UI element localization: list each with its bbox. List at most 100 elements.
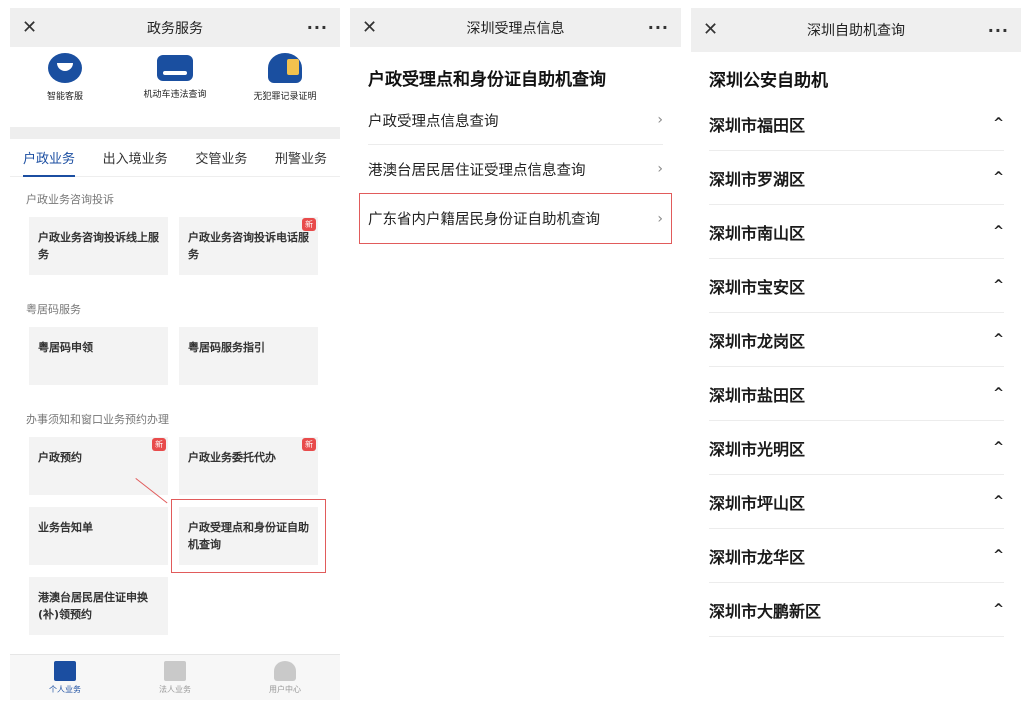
service-card-highlighted[interactable]: 户政受理点和身份证自助机查询 [171,499,326,573]
card-label: 港澳台居民居住证申换(补)领预约 [38,591,148,621]
district-row[interactable]: 深圳市龙岗区 ^ [709,313,1004,367]
district-label: 深圳市罗湖区 [709,169,806,189]
list-item-label: 户政受理点信息查询 [368,113,499,130]
more-icon[interactable]: ··· [648,18,669,37]
more-icon[interactable]: ··· [307,18,328,37]
nav-user-center[interactable]: 用户中心 [240,660,330,695]
chevron-up-icon[interactable]: ^ [993,332,1004,347]
chevron-right-icon: › [657,112,663,128]
quick-item-no-crime-cert[interactable]: 无犯罪记录证明 [235,53,335,121]
page-title: 深圳自助机查询 [807,23,905,39]
card-label: 户政业务咨询投诉线上服务 [38,231,159,261]
nav-corporate[interactable]: 法人业务 [130,660,220,695]
district-label: 深圳市福田区 [709,115,806,135]
certificate-icon [268,53,302,83]
district-row[interactable]: 深圳市罗湖区 ^ [709,151,1004,205]
district-label: 深圳市坪山区 [709,493,806,513]
card-grid: 粤居码申领 粤居码服务指引 [10,327,340,385]
district-row[interactable]: 深圳市南山区 ^ [709,205,1004,259]
robot-icon [48,53,82,83]
card-label: 户政受理点和身份证自助机查询 [188,521,309,551]
chevron-up-icon[interactable]: ^ [993,494,1004,509]
tab-traffic[interactable]: 交管业务 [195,139,247,176]
page-title: 政务服务 [147,20,203,37]
district-row[interactable]: 深圳市坪山区 ^ [709,475,1004,529]
chevron-up-icon[interactable]: ^ [993,224,1004,239]
district-label: 深圳市盐田区 [709,385,806,405]
tab-criminal[interactable]: 刑警业务 [275,139,327,176]
section-label: 办事须知和窗口业务预约办理 [26,413,169,426]
query-list: 户政受理点信息查询 › 港澳台居民居住证受理点信息查询 › 广东省内户籍居民身份… [350,96,681,244]
service-card[interactable]: 户政业务咨询投诉线上服务 [29,217,168,275]
close-icon[interactable]: ✕ [362,18,382,37]
card-label: 户政预约 [38,451,82,464]
service-card[interactable]: 粤居码服务指引 [179,327,318,385]
chevron-right-icon: › [657,210,663,227]
tab-exit-entry[interactable]: 出入境业务 [103,139,168,176]
chevron-up-icon[interactable]: ^ [993,278,1004,293]
top-bar: ✕ 深圳受理点信息 ··· [350,8,681,47]
list-item[interactable]: 户政受理点信息查询 › [368,96,663,145]
nav-label: 法人业务 [159,684,191,694]
nav-label: 个人业务 [49,684,81,694]
chevron-up-icon[interactable]: ^ [993,116,1004,131]
list-item[interactable]: 港澳台居民居住证受理点信息查询 › [368,145,663,194]
acceptance-points-screen: ✕ 深圳受理点信息 ··· 户政受理点和身份证自助机查询 户政受理点信息查询 ›… [350,8,681,700]
district-label: 深圳市大鹏新区 [709,601,822,621]
card-label: 粤居码服务指引 [188,341,265,354]
service-card[interactable]: 业务告知单 [29,507,168,565]
person-card-icon [54,660,76,681]
divider [10,127,340,139]
list-item-label: 港澳台居民居住证受理点信息查询 [368,162,586,179]
district-row[interactable]: 深圳市福田区 ^ [709,97,1004,151]
new-badge: 新 [152,438,166,451]
nav-personal[interactable]: 个人业务 [20,660,110,695]
card-label: 业务告知单 [38,521,93,534]
nav-label: 用户中心 [269,684,301,694]
district-label: 深圳市龙华区 [709,547,806,567]
quick-item-label: 无犯罪记录证明 [253,92,317,102]
bottom-nav: 个人业务 法人业务 用户中心 [10,654,340,700]
chevron-up-icon[interactable]: ^ [993,602,1004,617]
kiosk-query-screen: ✕ 深圳自助机查询 ··· 深圳公安自助机 深圳市福田区 ^ 深圳市罗湖区 ^ 深圳… [691,8,1021,700]
close-icon[interactable]: ✕ [703,21,723,39]
new-badge: 新 [302,438,316,451]
service-card[interactable]: 港澳台居民居住证申换(补)领预约 [29,577,168,635]
quick-item-label: 智能客服 [46,92,83,102]
service-card[interactable]: 户政业务咨询投诉电话服务 新 [179,217,318,275]
quick-services: 智能客服 机动车违法查询 无犯罪记录证明 [10,47,340,121]
district-label: 深圳市宝安区 [709,277,806,297]
quick-item-vehicle-violation[interactable]: 机动车违法查询 [125,53,225,121]
close-icon[interactable]: ✕ [22,18,42,37]
card-label: 户政业务委托代办 [188,451,276,464]
district-row[interactable]: 深圳市龙华区 ^ [709,529,1004,583]
district-row[interactable]: 深圳市光明区 ^ [709,421,1004,475]
chevron-up-icon[interactable]: ^ [993,386,1004,401]
top-bar: ✕ 深圳自助机查询 ··· [691,8,1021,52]
list-item-highlighted[interactable]: 广东省内户籍居民身份证自助机查询 › [359,193,672,244]
chevron-up-icon[interactable]: ^ [993,440,1004,455]
card-grid: 户政预约 新 户政业务委托代办 新 业务告知单 户政受理点和身份证自助机查询 港… [10,437,340,635]
tab-household[interactable]: 户政业务 [23,139,76,177]
district-list: 深圳市福田区 ^ 深圳市罗湖区 ^ 深圳市南山区 ^ 深圳市宝安区 ^ 深圳市龙岗区 ^ … [691,97,1021,637]
section-heading: 户政受理点和身份证自助机查询 [368,70,606,90]
card-grid: 户政业务咨询投诉线上服务 户政业务咨询投诉电话服务 新 [10,217,340,275]
user-icon [274,660,296,681]
page-title: 深圳受理点信息 [466,20,565,37]
chevron-up-icon[interactable]: ^ [993,170,1004,185]
section-heading: 深圳公安自助机 [709,71,828,91]
service-card[interactable]: 粤居码申领 [29,327,168,385]
new-badge: 新 [302,218,316,231]
chevron-up-icon[interactable]: ^ [993,548,1004,563]
district-row[interactable]: 深圳市大鹏新区 ^ [709,583,1004,637]
quick-item-smart-service[interactable]: 智能客服 [15,53,115,121]
district-row[interactable]: 深圳市宝安区 ^ [709,259,1004,313]
district-label: 深圳市光明区 [709,439,806,459]
quick-item-label: 机动车违法查询 [143,90,207,100]
more-icon[interactable]: ··· [988,21,1009,40]
service-card[interactable]: 户政业务委托代办 新 [179,437,318,495]
gov-services-screen: ✕ 政务服务 ··· 智能客服 机动车违法查询 无犯罪记录证明 户政业务 出入境… [10,8,340,700]
car-icon [157,55,193,81]
district-label: 深圳市龙岗区 [709,331,806,351]
district-row[interactable]: 深圳市盐田区 ^ [709,367,1004,421]
